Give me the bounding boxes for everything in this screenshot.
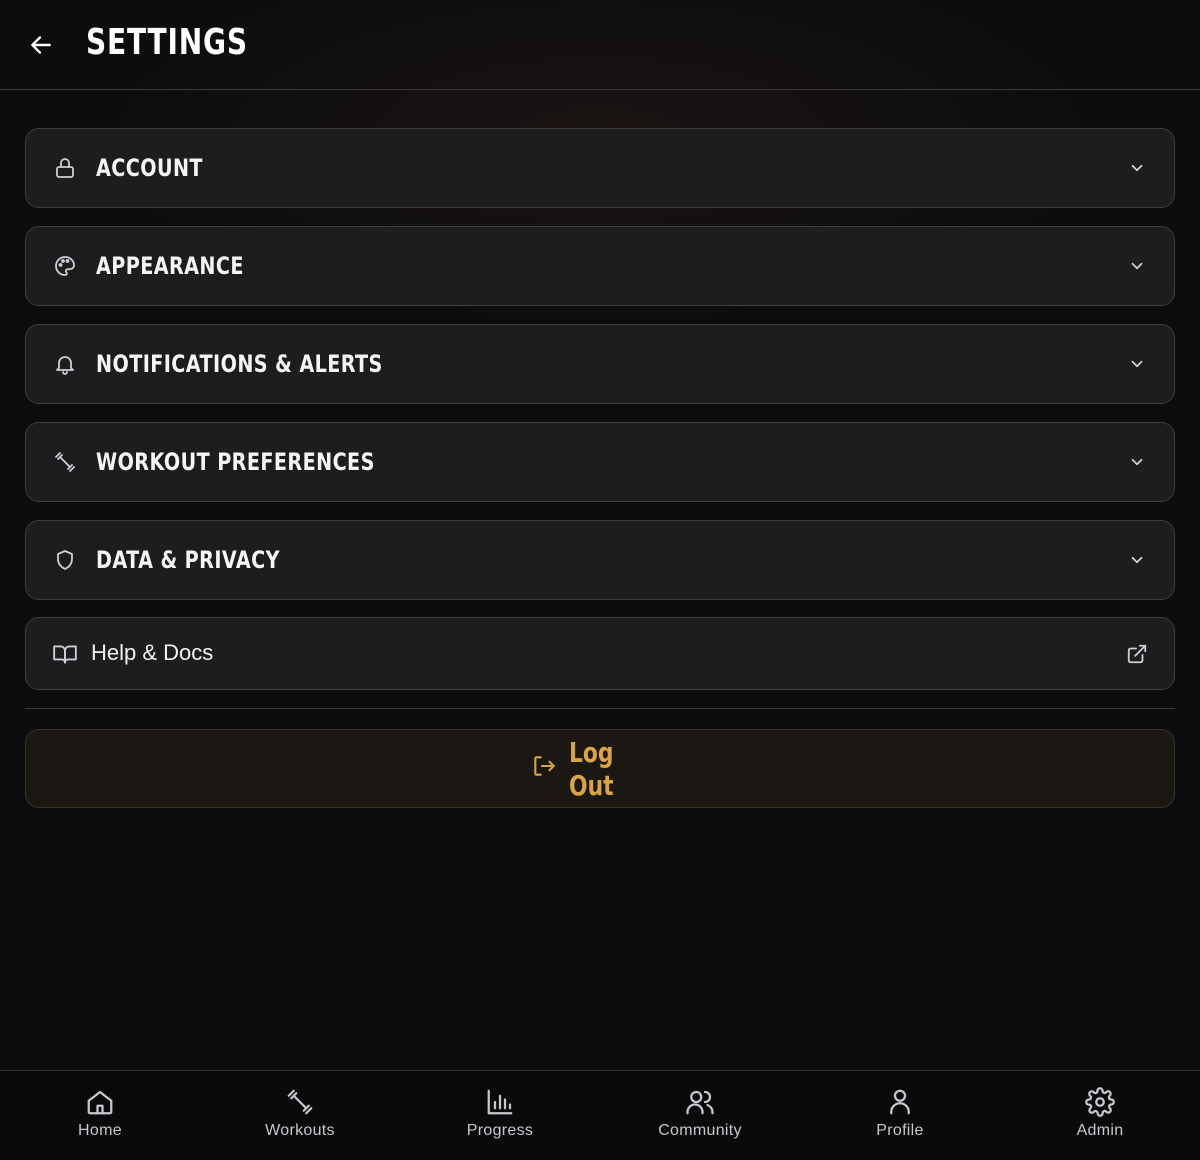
header: SETTINGS <box>0 0 1200 90</box>
section-label: WORKOUT PREFERENCES <box>96 448 375 476</box>
palette-icon <box>52 253 78 279</box>
nav-label: Home <box>78 1122 122 1139</box>
section-data-privacy[interactable]: DATA & PRIVACY <box>25 520 1175 600</box>
bottom-nav: Home Workouts Progress Community Profile… <box>0 1070 1200 1160</box>
section-label: DATA & PRIVACY <box>96 546 280 574</box>
nav-label: Community <box>658 1122 742 1139</box>
user-icon <box>884 1086 916 1118</box>
nav-label: Admin <box>1076 1122 1124 1139</box>
logout-label: Log Out <box>569 735 614 802</box>
nav-label: Profile <box>876 1122 924 1139</box>
page-title: SETTINGS <box>86 22 248 63</box>
nav-home[interactable]: Home <box>0 1071 200 1160</box>
chevron-down-icon <box>1126 549 1148 571</box>
nav-progress[interactable]: Progress <box>400 1071 600 1160</box>
section-account[interactable]: ACCOUNT <box>25 128 1175 208</box>
dumbbell-icon <box>284 1086 316 1118</box>
divider <box>25 708 1175 709</box>
nav-admin[interactable]: Admin <box>1000 1071 1200 1160</box>
external-link-icon <box>1126 643 1148 665</box>
section-label: NOTIFICATIONS & ALERTS <box>96 350 383 378</box>
nav-workouts[interactable]: Workouts <box>200 1071 400 1160</box>
nav-profile[interactable]: Profile <box>800 1071 1000 1160</box>
nav-label: Workouts <box>265 1122 335 1139</box>
logout-icon <box>531 753 557 784</box>
gear-icon <box>1084 1086 1116 1118</box>
nav-community[interactable]: Community <box>600 1071 800 1160</box>
chevron-down-icon <box>1126 255 1148 277</box>
book-icon <box>52 641 78 667</box>
section-label: APPEARANCE <box>96 252 244 280</box>
section-notifications[interactable]: NOTIFICATIONS & ALERTS <box>25 324 1175 404</box>
help-docs-label: Help & Docs <box>91 640 214 665</box>
arrow-left-icon <box>31 36 51 54</box>
chevron-down-icon <box>1126 353 1148 375</box>
help-docs-link[interactable]: Help & Docs <box>25 617 1175 690</box>
shield-icon <box>52 547 78 573</box>
dumbbell-icon <box>52 449 78 475</box>
section-workout-preferences[interactable]: WORKOUT PREFERENCES <box>25 422 1175 502</box>
bell-icon <box>52 351 78 377</box>
chevron-down-icon <box>1126 451 1148 473</box>
lock-icon <box>52 155 78 181</box>
logout-button[interactable]: Log Out <box>25 729 1175 808</box>
nav-label: Progress <box>466 1122 534 1139</box>
section-appearance[interactable]: APPEARANCE <box>25 226 1175 306</box>
home-icon <box>84 1086 116 1118</box>
back-button[interactable] <box>24 28 58 62</box>
section-label: ACCOUNT <box>96 154 203 182</box>
bar-chart-icon <box>484 1086 516 1118</box>
chevron-down-icon <box>1126 157 1148 179</box>
users-icon <box>684 1086 716 1118</box>
